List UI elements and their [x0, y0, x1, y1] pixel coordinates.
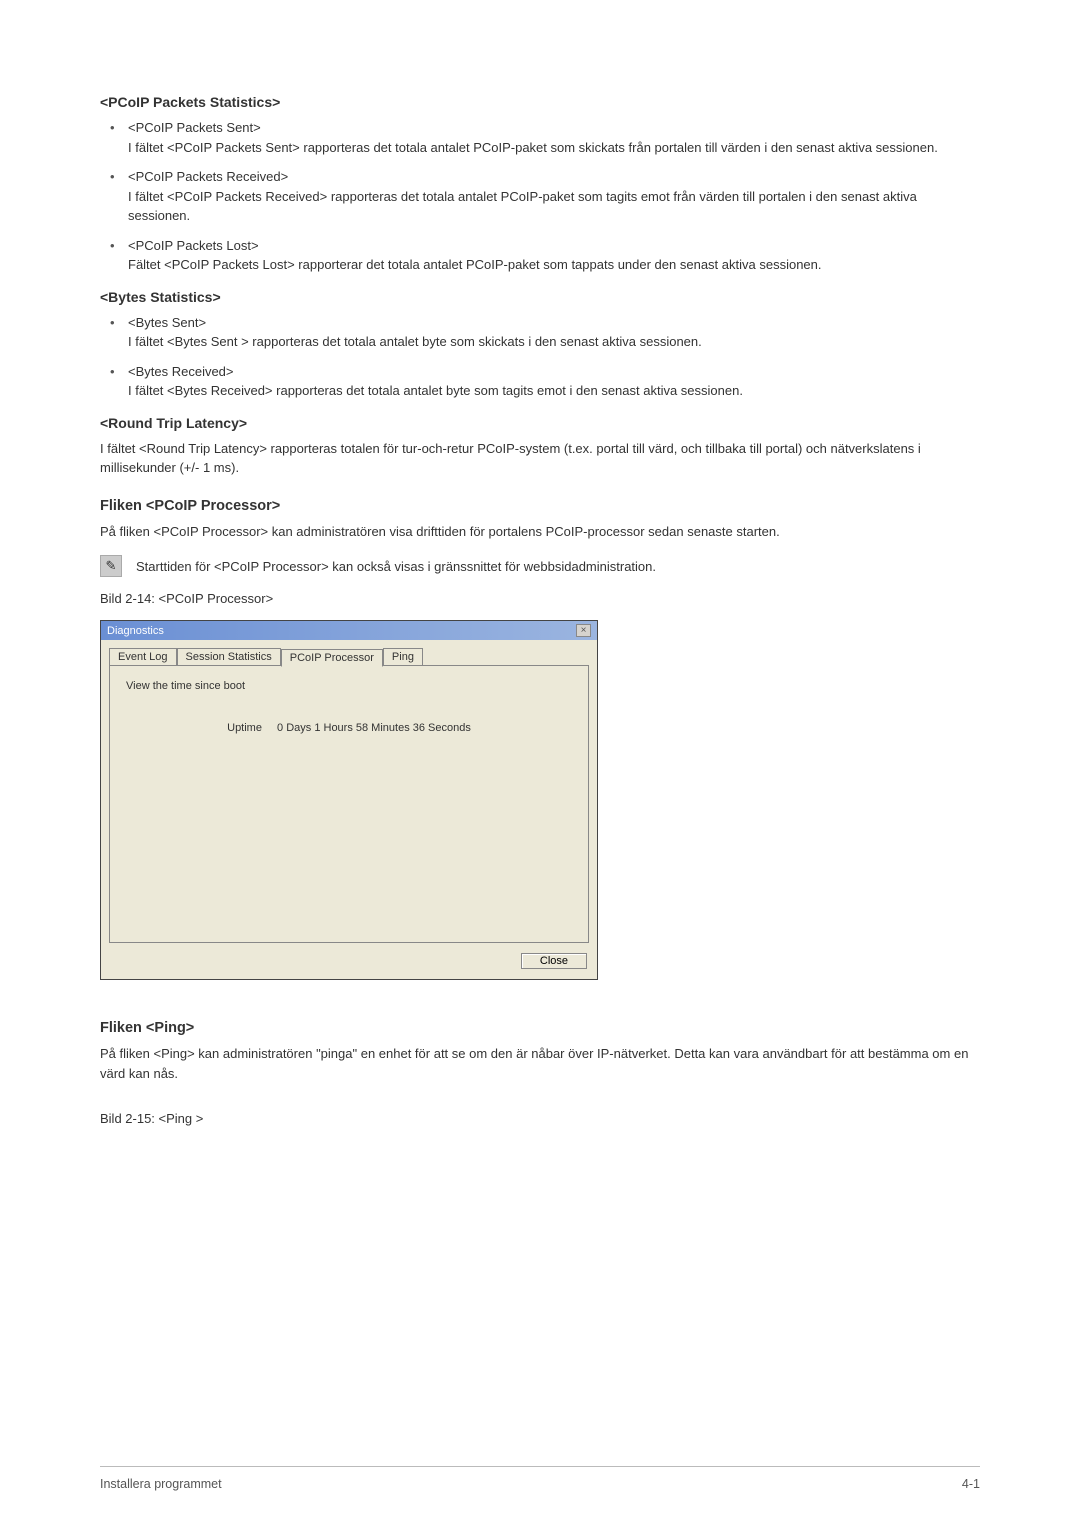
list-item-body: I fältet <Bytes Received> rapporteras de…	[128, 381, 980, 401]
tab-panel: View the time since boot Uptime 0 Days 1…	[109, 665, 589, 943]
dialog-footer: Close	[101, 953, 597, 979]
tab-event-log[interactable]: Event Log	[109, 648, 177, 666]
figure-caption-ping: Bild 2-15: <Ping >	[100, 1111, 980, 1126]
tab-session-statistics[interactable]: Session Statistics	[177, 648, 281, 666]
list-item-body: I fältet <PCoIP Packets Received> rappor…	[128, 187, 980, 226]
list-item-body: I fältet <PCoIP Packets Sent> rapportera…	[128, 138, 980, 158]
uptime-row: Uptime 0 Days 1 Hours 58 Minutes 36 Seco…	[126, 722, 572, 734]
note-block: ✎ Starttiden för <PCoIP Processor> kan o…	[100, 555, 980, 577]
list-item-body: I fältet <Bytes Sent > rapporteras det t…	[128, 332, 980, 352]
section-heading-ping-tab: Fliken <Ping>	[100, 1020, 980, 1036]
list-item: <PCoIP Packets Lost> Fältet <PCoIP Packe…	[100, 236, 980, 275]
tab-pcoip-processor[interactable]: PCoIP Processor	[281, 649, 383, 667]
diagnostics-dialog: Diagnostics × Event Log Session Statisti…	[100, 620, 598, 980]
list-item-title: <PCoIP Packets Lost>	[128, 236, 980, 256]
uptime-label: Uptime	[227, 722, 262, 734]
figure-caption-processor: Bild 2-14: <PCoIP Processor>	[100, 591, 980, 606]
dialog-titlebar: Diagnostics ×	[101, 621, 597, 640]
section-heading-latency: <Round Trip Latency>	[100, 415, 980, 431]
uptime-value: 0 Days 1 Hours 58 Minutes 36 Seconds	[277, 722, 471, 734]
footer-right: 4-1	[962, 1477, 980, 1491]
note-text: Starttiden för <PCoIP Processor> kan ock…	[136, 559, 656, 574]
list-item-title: <PCoIP Packets Received>	[128, 167, 980, 187]
panel-description: View the time since boot	[126, 680, 572, 692]
list-item: <PCoIP Packets Sent> I fältet <PCoIP Pac…	[100, 118, 980, 157]
list-item: <PCoIP Packets Received> I fältet <PCoIP…	[100, 167, 980, 226]
list-item-body: Fältet <PCoIP Packets Lost> rapporterar …	[128, 255, 980, 275]
list-item-title: <Bytes Sent>	[128, 313, 980, 333]
list-item-title: <Bytes Received>	[128, 362, 980, 382]
dialog-close-button[interactable]: ×	[576, 624, 591, 637]
page-footer: Installera programmet 4-1	[100, 1466, 980, 1491]
section-heading-pcoip-packets: <PCoIP Packets Statistics>	[100, 94, 980, 110]
list-pcoip-packets: <PCoIP Packets Sent> I fältet <PCoIP Pac…	[100, 118, 980, 275]
tab-ping[interactable]: Ping	[383, 648, 423, 666]
dialog-body: Event Log Session Statistics PCoIP Proce…	[101, 640, 597, 953]
paragraph-latency: I fältet <Round Trip Latency> rapportera…	[100, 439, 980, 478]
close-icon: ×	[581, 626, 587, 636]
list-item-title: <PCoIP Packets Sent>	[128, 118, 980, 138]
section-heading-bytes: <Bytes Statistics>	[100, 289, 980, 305]
tab-strip: Event Log Session Statistics PCoIP Proce…	[109, 648, 589, 666]
paragraph-ping-intro: På fliken <Ping> kan administratören "pi…	[100, 1044, 980, 1083]
list-item: <Bytes Received> I fältet <Bytes Receive…	[100, 362, 980, 401]
list-item: <Bytes Sent> I fältet <Bytes Sent > rapp…	[100, 313, 980, 352]
list-bytes: <Bytes Sent> I fältet <Bytes Sent > rapp…	[100, 313, 980, 401]
dialog-title-text: Diagnostics	[107, 625, 164, 637]
paragraph-processor-intro: På fliken <PCoIP Processor> kan administ…	[100, 522, 980, 542]
close-button[interactable]: Close	[521, 953, 587, 969]
section-heading-processor-tab: Fliken <PCoIP Processor>	[100, 498, 980, 514]
footer-left: Installera programmet	[100, 1477, 222, 1491]
note-icon: ✎	[100, 555, 122, 577]
